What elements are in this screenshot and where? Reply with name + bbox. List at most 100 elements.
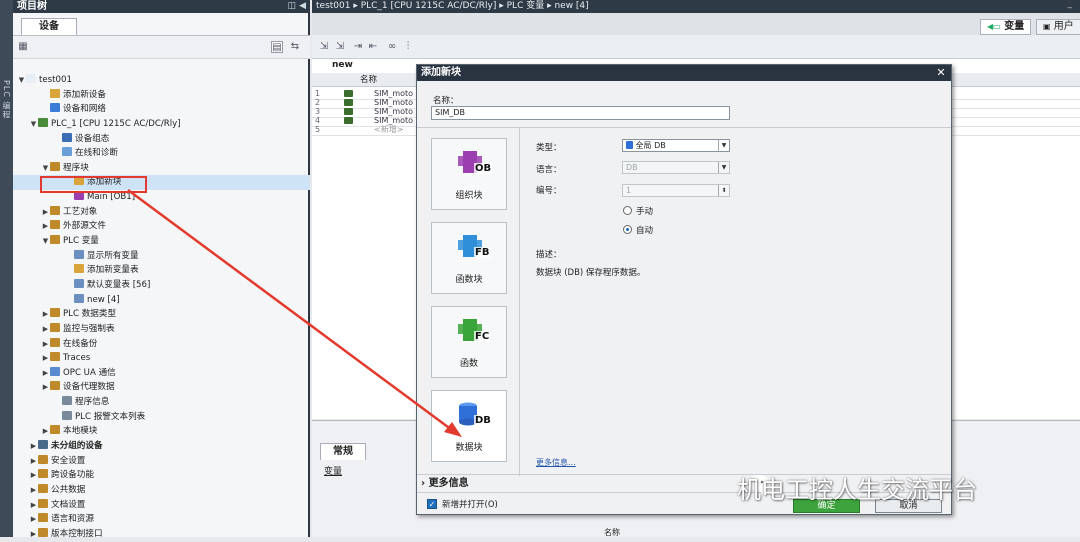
expand-arrow-icon[interactable]: ▼ [41,234,50,249]
tree-item[interactable]: ▶ 本地模块 [13,424,310,439]
tree-item[interactable]: ▼ PLC 变量 [13,234,310,249]
tree-layout-icon[interactable]: ▦ [17,41,29,53]
expand-arrow-icon[interactable]: ▶ [29,454,38,469]
close-icon[interactable]: ✕ [934,65,948,80]
tree-item[interactable]: ▶ Traces [13,351,310,366]
expand-arrow-icon[interactable]: ▶ [41,205,50,220]
block-label: 函数 [459,359,478,369]
tree-item[interactable]: ▶ 设备代理数据 [13,380,310,395]
tab-user-label: 用户 [1053,21,1074,32]
expand-arrow-icon[interactable]: ▶ [29,439,38,454]
number-stepper[interactable]: 1 ⬍ [622,184,730,197]
manual-radio[interactable] [623,206,632,215]
description-label: 描述： [536,250,562,260]
chevron-down-icon: ▼ [718,140,729,151]
manual-label: 手动 [636,207,654,217]
expand-arrow-icon[interactable]: ▶ [29,483,38,498]
tree-item[interactable]: ▼ 程序块 [13,161,310,176]
name-field[interactable]: SIM_DB [431,106,730,120]
expand-arrow-icon[interactable]: ▶ [29,527,38,542]
tree-item-label: 工艺对象 [63,206,98,217]
tree-item-icon [74,264,84,274]
tree-item[interactable]: new [4] [13,293,310,308]
tree-item-label: 本地模块 [63,426,98,437]
tree-item[interactable]: 程序信息 [13,395,310,410]
block-type-list: OB 组织块 FB 函数块 FC 函数 DB 数据块 [417,128,520,476]
expand-arrow-icon[interactable]: ▶ [29,498,38,513]
collapse-icon[interactable]: ◫ ◀ [287,0,306,13]
expand-arrow-icon[interactable]: ▼ [29,117,38,132]
tree-item[interactable]: 显示所有变量 [13,249,310,264]
more-info-section-label: 更多信息 [428,478,469,489]
tab-devices[interactable]: 设备 [21,18,77,35]
tree-item-icon [38,483,48,493]
tree-item[interactable]: 添加新设备 [13,88,310,103]
language-select[interactable]: DB ▼ [622,161,730,174]
tree-item[interactable]: ▶ 监控与强制表 [13,322,310,337]
expand-arrow-icon[interactable]: ▶ [29,468,38,483]
tree-item[interactable]: 在线和诊断 [13,146,310,161]
expand-arrow-icon[interactable]: ▼ [17,73,26,88]
tree-item[interactable]: ▶ 文档设置 [13,498,310,513]
tree-item-label: 在线和诊断 [75,148,118,159]
add-row-icon[interactable]: ⇲ [334,41,346,53]
open-new-checkbox[interactable]: ✓ [427,499,437,509]
block-fb-button[interactable]: FB 函数块 [431,222,507,294]
tree-item[interactable]: ▶ 工艺对象 [13,205,310,220]
tree-item-label: Traces [63,353,91,364]
expand-arrow-icon[interactable]: ▶ [41,380,50,395]
expand-arrow-icon[interactable]: ▶ [41,424,50,439]
insert-row-icon[interactable]: ⇲ [318,41,330,53]
block-fc-button[interactable]: FC 函数 [431,306,507,378]
expand-arrow-icon[interactable]: ▶ [41,366,50,381]
type-select[interactable]: 全局 DB ▼ [622,139,730,152]
tree-item[interactable]: ▼ test001 [13,73,310,88]
filter-icon[interactable]: ⫶ [402,41,414,53]
minimize-icon[interactable]: _ [1068,0,1073,11]
expand-arrow-icon[interactable]: ▶ [41,351,50,366]
tree-item[interactable]: ▶ 未分组的设备 [13,439,310,454]
properties-section-tags[interactable]: 变量 [324,464,342,477]
expand-arrow-icon[interactable]: ▶ [41,337,50,352]
block-code: FB [474,247,491,258]
import-icon[interactable]: ⇤ [367,41,379,53]
auto-radio[interactable] [623,225,632,234]
block-db-button[interactable]: DB 数据块 [431,390,507,462]
expand-arrow-icon[interactable]: ▶ [41,219,50,234]
monitor-icon[interactable]: ∞ [386,41,398,53]
overview-icon[interactable]: ▤ [271,41,283,53]
tree-item[interactable]: PLC 报警文本列表 [13,410,310,425]
tree-list: ▼ test001 添加新设备 设备和网络 ▼ PLC_1 [CPU 1215C AC/D… [13,73,310,542]
tree-item[interactable]: 设备组态 [13,132,310,147]
expand-arrow-icon[interactable]: ▶ [29,512,38,527]
tree-item[interactable]: 默认变量表 [56] [13,278,310,293]
tree-item-icon [38,527,48,537]
tree-item[interactable]: ▶ 安全设置 [13,454,310,469]
tree-item[interactable]: ▶ 外部源文件 [13,219,310,234]
tree-item[interactable]: 添加新变量表 [13,263,310,278]
tree-settings-icon[interactable]: ⇆ [289,41,301,53]
language-label: 语言： [536,165,562,175]
tree-item[interactable]: 设备和网络 [13,102,310,117]
tree-item[interactable]: ▶ 语言和资源 [13,512,310,527]
tab-general[interactable]: 常规 [320,443,366,460]
expand-arrow-icon[interactable]: ▶ [41,307,50,322]
project-tree-title: 项目树 [17,1,47,12]
left-vertical-strip[interactable]: PLC 编程 [0,0,13,537]
tree-item[interactable]: ▶ 在线备份 [13,337,310,352]
expand-arrow-icon[interactable]: ▼ [41,161,50,176]
export-icon[interactable]: ⇥ [352,41,364,53]
tree-item[interactable]: ▶ 公共数据 [13,483,310,498]
tree-item[interactable]: ▶ 版本控制接口 [13,527,310,542]
tab-user[interactable]: ▣ 用户 [1036,19,1080,35]
tab-tags[interactable]: ◀▭ 变量 [980,19,1032,35]
tree-item[interactable]: ▶ OPC UA 通信 [13,366,310,381]
block-ob-button[interactable]: OB 组织块 [431,138,507,210]
dialog-title: 添加新块 ✕ [417,65,951,81]
tree-item[interactable]: ▶ PLC 数据类型 [13,307,310,322]
tree-item[interactable]: ▶ 跨设备功能 [13,468,310,483]
more-info-link[interactable]: 更多信息... [536,457,576,468]
expand-arrow-icon[interactable]: ▶ [41,322,50,337]
number-value: 1 [626,186,632,195]
tree-item[interactable]: ▼ PLC_1 [CPU 1215C AC/DC/Rly] [13,117,310,132]
